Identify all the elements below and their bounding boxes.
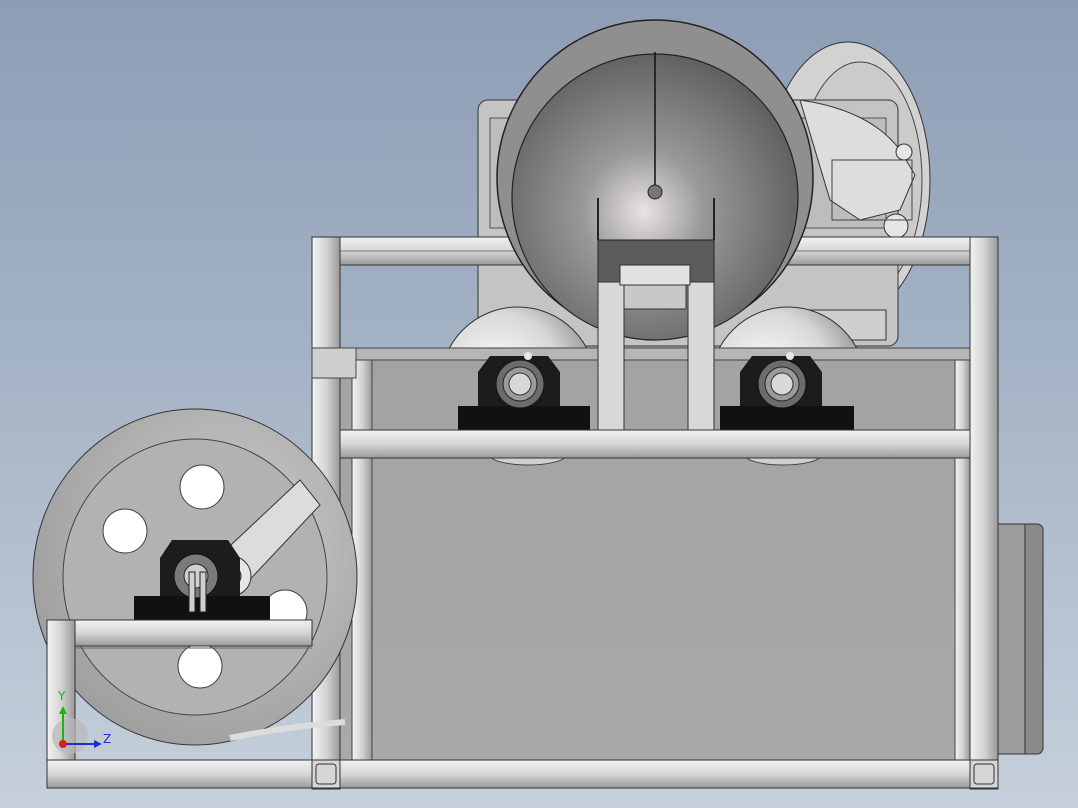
frame-post-right[interactable]	[969, 236, 999, 790]
frame-bottom-rail[interactable]	[46, 759, 999, 789]
cad-viewport[interactable]: Y Z	[0, 0, 1078, 808]
x-axis-icon	[59, 740, 67, 748]
frame-side-panel[interactable]	[339, 347, 971, 761]
triad-z-label: Z	[103, 732, 112, 746]
triad-y-label: Y	[58, 689, 66, 703]
machine-assembly-model[interactable]	[0, 0, 1078, 808]
frame-middle-bar[interactable]	[339, 429, 971, 459]
motor[interactable]	[994, 523, 1044, 755]
coordinate-triad	[52, 706, 102, 754]
